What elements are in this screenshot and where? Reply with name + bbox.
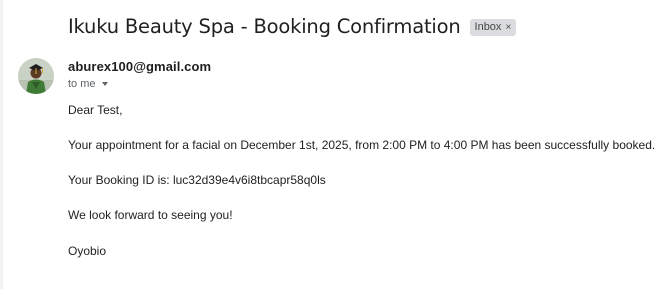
message-closing: We look forward to seeing you! [68,208,233,222]
inbox-label-text: Inbox [474,21,502,33]
remove-label-icon[interactable]: × [505,21,511,34]
avatar-person-icon [18,58,54,94]
message-greeting: Dear Test, [68,103,123,117]
inbox-label-badge[interactable]: Inbox × [469,19,517,36]
recipient-details-toggle[interactable]: to me [68,78,108,90]
message-signature: Oyobio [68,244,107,258]
message-appointment: Your appointment for a facial on Decembe… [68,138,656,152]
chevron-down-icon[interactable] [101,82,108,86]
email-subject: Ikuku Beauty Spa - Booking Confirmation [68,15,461,38]
message-booking-id: Your Booking ID is: luc32d39e4v6i8tbcapr… [68,173,326,187]
left-pane-edge [0,0,3,289]
sender-avatar[interactable] [18,58,54,94]
email-header: Ikuku Beauty Spa - Booking Confirmation … [68,14,517,40]
sender-email: aburex100@gmail.com [68,59,212,74]
recipient-text: to me [68,78,96,90]
